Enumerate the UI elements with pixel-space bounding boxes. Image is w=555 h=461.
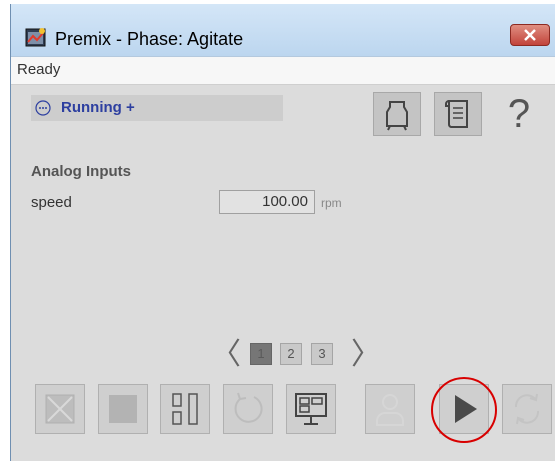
title-bar[interactable]: Premix - Phase: Agitate bbox=[11, 4, 555, 57]
close-button[interactable] bbox=[510, 24, 550, 46]
restart-icon bbox=[514, 393, 540, 425]
page-next-button[interactable]: 〉 bbox=[351, 340, 381, 370]
page-2-button[interactable]: 2 bbox=[280, 343, 302, 365]
start-play-icon bbox=[455, 395, 477, 423]
pause-button[interactable] bbox=[160, 384, 210, 434]
faceplate-window: Premix - Phase: Agitate Ready Running + bbox=[10, 4, 555, 461]
equipment-tank-icon bbox=[386, 101, 408, 131]
help-button[interactable]: ? bbox=[499, 90, 539, 138]
reset-icon bbox=[234, 392, 263, 423]
window-title: Premix - Phase: Agitate bbox=[55, 29, 244, 49]
analog-inputs-title: Analog Inputs bbox=[31, 163, 131, 180]
phase-state-text: Running + bbox=[61, 99, 135, 116]
recipe-button[interactable] bbox=[434, 92, 482, 136]
phase-state-field[interactable]: Running + bbox=[31, 95, 283, 121]
acquire-operator-button[interactable] bbox=[365, 384, 415, 434]
faceplate-app-icon bbox=[25, 26, 47, 48]
abort-icon bbox=[45, 394, 75, 424]
speed-unit: rpm bbox=[321, 196, 342, 210]
speed-value[interactable]: 100.00 bbox=[219, 190, 315, 214]
restart-button[interactable] bbox=[502, 384, 552, 434]
abort-button[interactable] bbox=[35, 384, 85, 434]
pause-icon bbox=[172, 393, 198, 425]
stop-button[interactable] bbox=[98, 384, 148, 434]
page-prev-button[interactable]: 〈 bbox=[211, 340, 241, 370]
hmi-station-button[interactable] bbox=[286, 384, 336, 434]
speed-label: speed bbox=[31, 194, 72, 211]
recipe-scroll-icon bbox=[445, 100, 468, 128]
close-icon bbox=[524, 29, 536, 41]
start-button[interactable] bbox=[439, 384, 489, 434]
page-3-button[interactable]: 3 bbox=[311, 343, 333, 365]
reset-button[interactable] bbox=[223, 384, 273, 434]
state-ellipsis-icon bbox=[35, 100, 51, 116]
page-1-button[interactable]: 1 bbox=[250, 343, 272, 365]
hmi-station-icon bbox=[295, 393, 327, 425]
equipment-button[interactable] bbox=[373, 92, 421, 136]
acquire-operator-icon bbox=[376, 394, 404, 426]
status-text: Ready bbox=[17, 61, 61, 78]
status-bar: Ready bbox=[11, 57, 555, 85]
stop-icon bbox=[109, 395, 137, 423]
faceplate-content: Running + ? Analog Inputs speed 100.00 r… bbox=[11, 85, 555, 461]
